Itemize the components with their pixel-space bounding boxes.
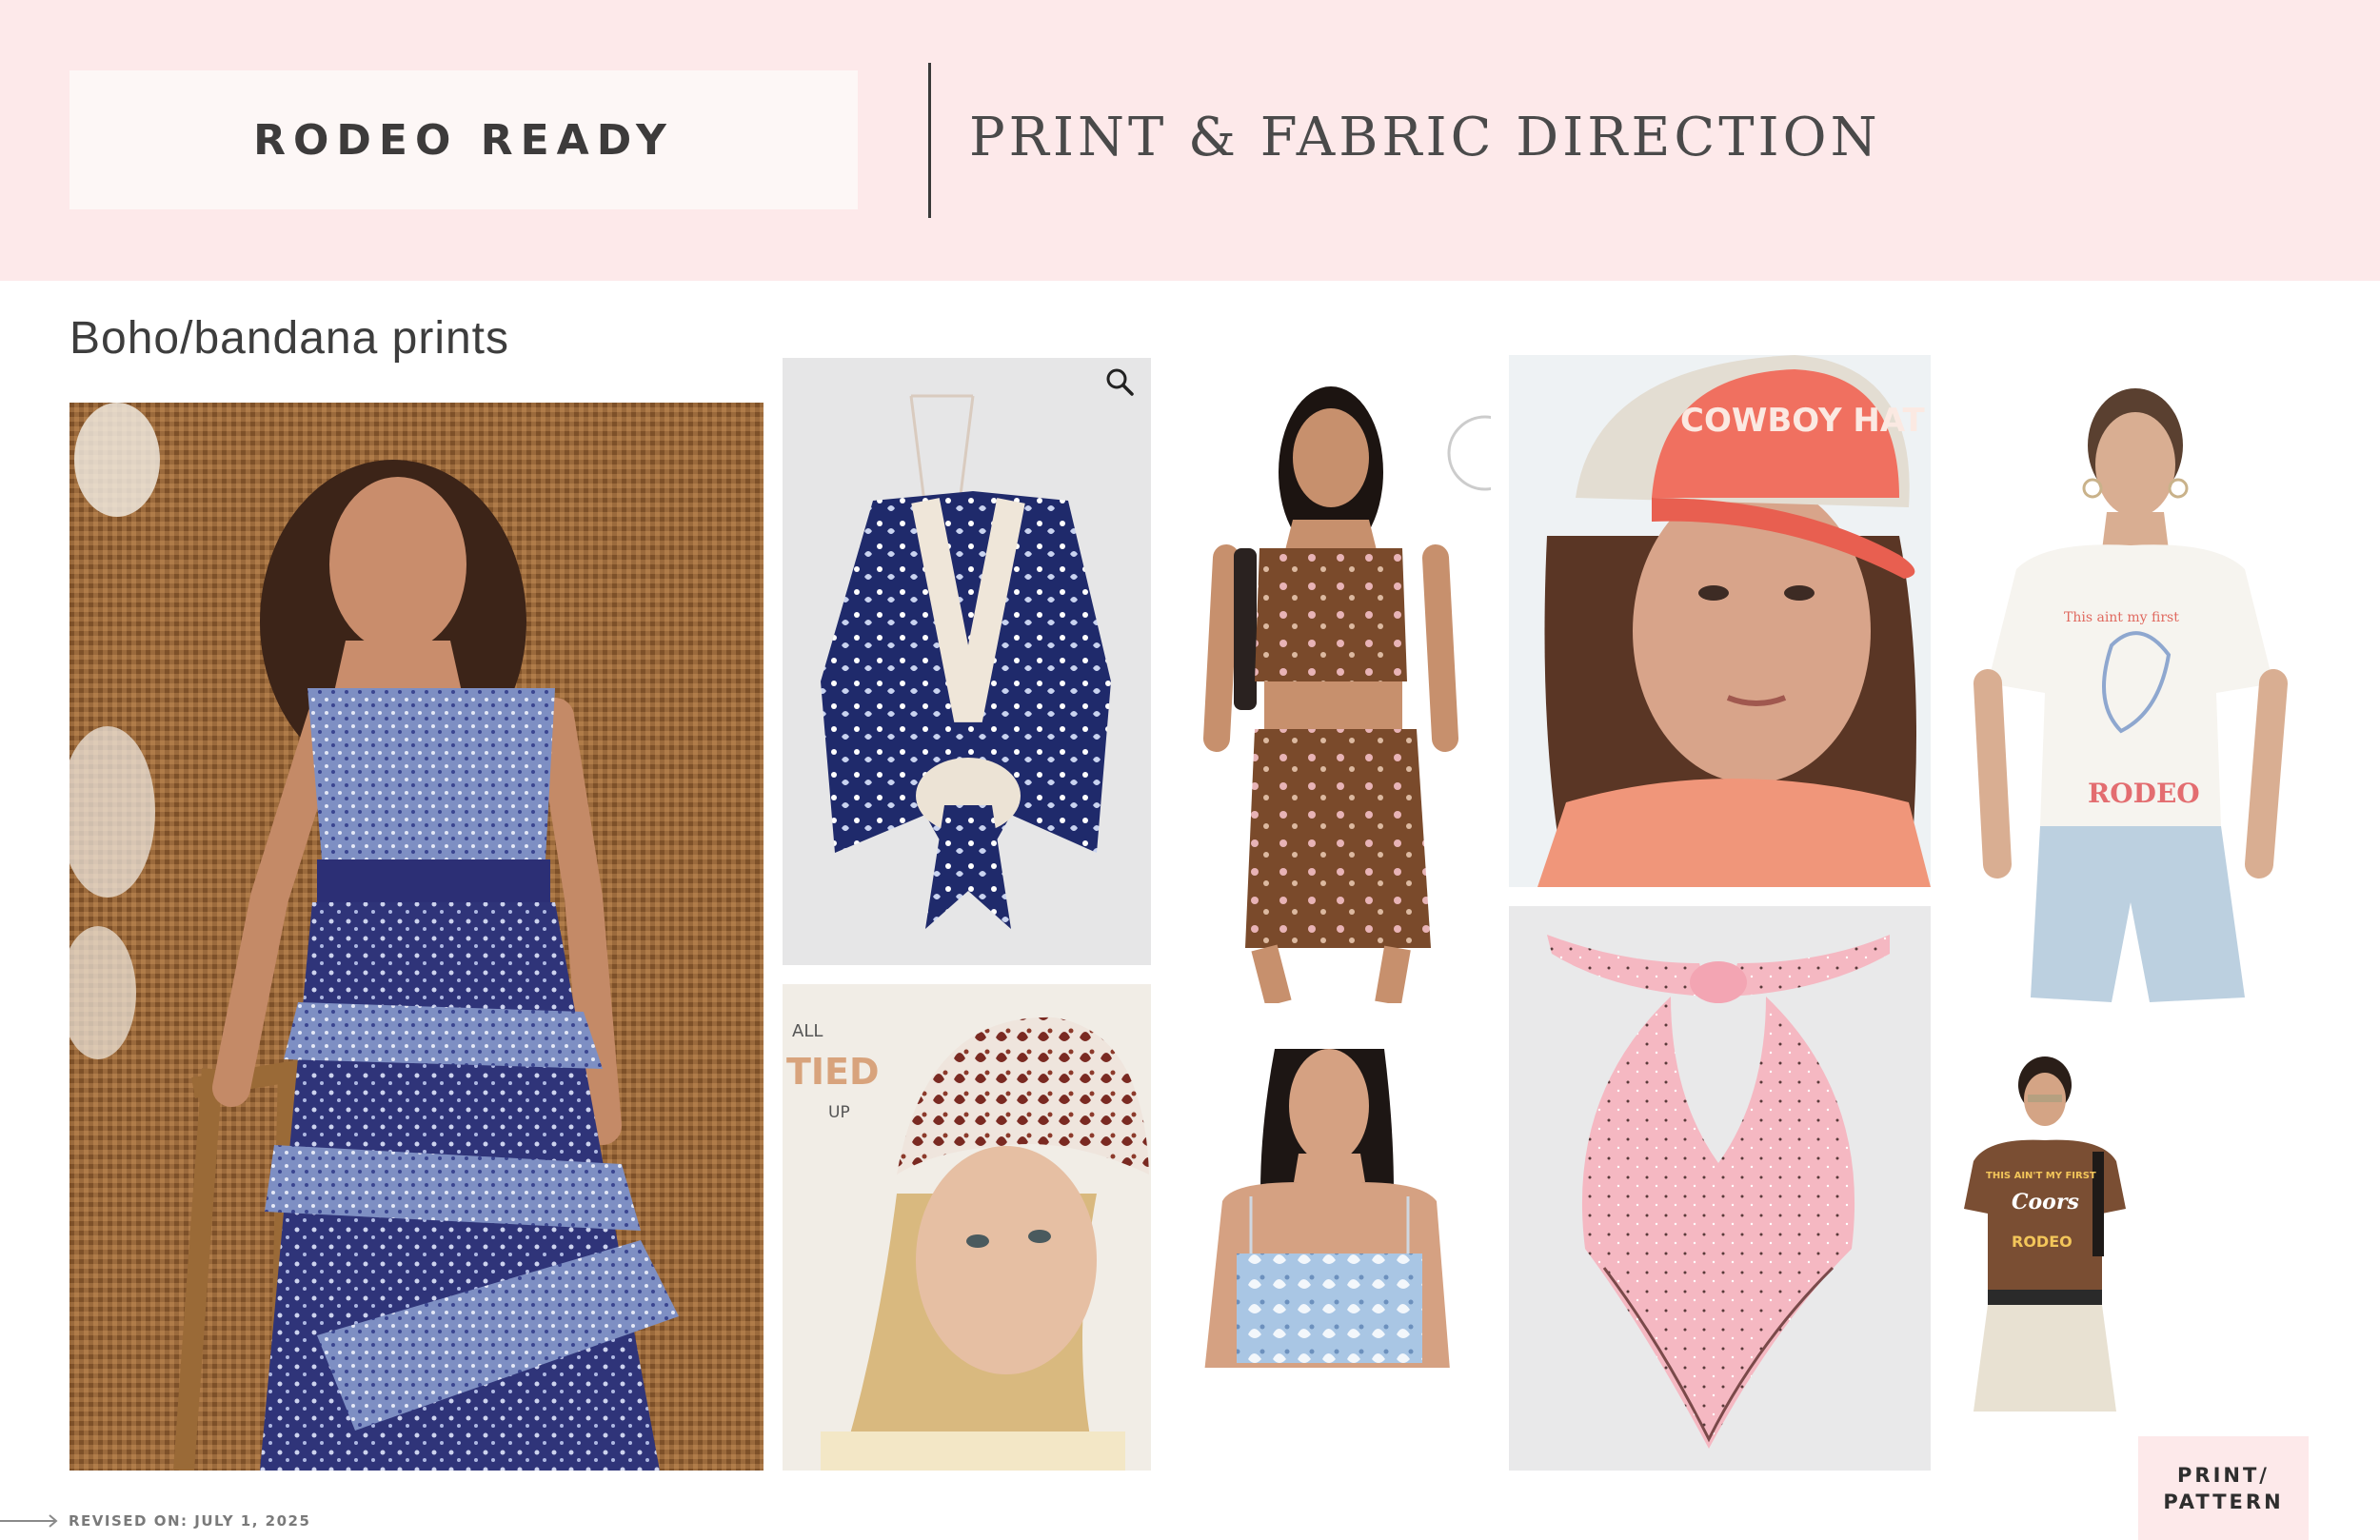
footer: REVISED ON: JULY 1, 2025 [0, 1511, 310, 1530]
tied-text-tied: TIED [786, 1051, 880, 1093]
photo-pink-bandana-scarf [1509, 906, 1931, 1471]
badge-line-1: PRINT/ [2177, 1463, 2270, 1487]
arrow-right-icon [0, 1514, 58, 1528]
header-banner: RODEO READY PRINT & FABRIC DIRECTION [0, 0, 2380, 281]
brand-box: RODEO READY [69, 70, 858, 209]
header-divider [928, 63, 931, 218]
photo-paisley-tube-top [1194, 1049, 1464, 1382]
brand-title: RODEO READY [253, 115, 674, 165]
tee2-text-coors: Coors [2012, 1190, 2079, 1214]
zoom-icon [1103, 365, 1136, 398]
photo-trucker-cap: COWBOY HAT [1509, 355, 1931, 887]
tee-text-small: This aint my first [2064, 610, 2179, 625]
page-subtitle: PRINT & FABRIC DIRECTION [969, 107, 1881, 168]
print-pattern-badge: PRINT/ PATTERN [2138, 1436, 2309, 1540]
badge-line-2: PATTERN [2163, 1490, 2284, 1513]
photo-patchwork-dress [69, 403, 764, 1471]
photo-paisley-headscarf: ALL TIED UP [783, 984, 1151, 1471]
tied-text-up: UP [828, 1103, 850, 1122]
cap-text: COWBOY HAT [1680, 402, 1926, 440]
tee-text-rodeo: RODEO [2088, 778, 2200, 809]
revised-date: REVISED ON: JULY 1, 2025 [69, 1512, 311, 1530]
photo-bandana-halter-top [783, 358, 1151, 965]
tied-text-all: ALL [792, 1021, 823, 1041]
photo-rodeo-graphic-tee: This aint my first RODEO [1969, 369, 2292, 1032]
photo-embroidered-brown-set [1188, 377, 1491, 1003]
photo-coors-rodeo-tee: THIS AIN'T MY FIRST Coors RODEO [1959, 1056, 2132, 1412]
tee2-text-top: THIS AIN'T MY FIRST [1986, 1171, 2096, 1181]
tee2-text-rodeo: RODEO [2012, 1233, 2073, 1251]
section-title: Boho/bandana prints [69, 313, 510, 364]
